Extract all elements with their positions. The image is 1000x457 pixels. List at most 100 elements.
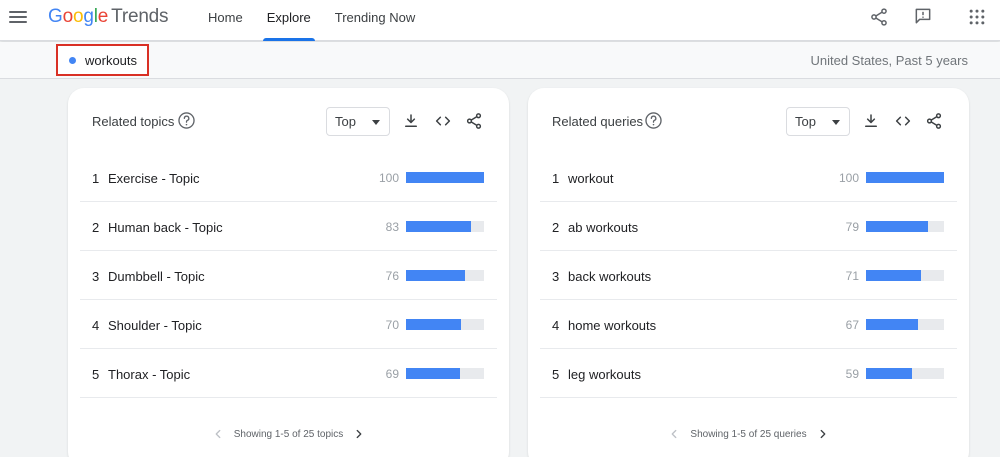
row-value: 76: [385, 269, 399, 283]
row-value: 71: [845, 269, 859, 283]
value-bar-fill: [406, 270, 466, 281]
value-bar-fill: [406, 319, 461, 330]
row-rank: 5: [92, 367, 100, 382]
related-topics-card: Related topics Top 1 Exercise - Topic 100 …: [68, 88, 509, 457]
value-bar-track: [406, 221, 484, 232]
help-icon[interactable]: [177, 111, 196, 130]
row-rank: 2: [552, 220, 560, 235]
value-bar-fill: [866, 368, 913, 379]
related-queries-card: Related queries Top 1 workout 100 2 ab work…: [528, 88, 969, 457]
list-item[interactable]: 3 Dumbbell - Topic 76: [80, 251, 497, 300]
value-bar-track: [406, 172, 484, 183]
list-item[interactable]: 1 Exercise - Topic 100: [80, 153, 497, 202]
value-bar-fill: [406, 368, 460, 379]
value-bar-track: [866, 368, 944, 379]
chevron-down-icon: [372, 120, 380, 125]
logo-letter: g: [83, 6, 94, 27]
row-rank: 3: [552, 269, 560, 284]
list-item[interactable]: 2 Human back - Topic 83: [80, 202, 497, 251]
row-value: 100: [378, 171, 399, 185]
search-term-strip: workouts United States, Past 5 years: [0, 42, 1000, 79]
list-item[interactable]: 3 back workouts 71: [540, 251, 957, 300]
nav-trending-now[interactable]: Trending Now: [323, 0, 427, 41]
row-label: back workouts: [568, 269, 652, 284]
logo-trends-text: Trends: [111, 6, 169, 27]
row-rank: 4: [92, 318, 100, 333]
main-nav: Home Explore Trending Now: [196, 0, 427, 41]
list-item[interactable]: 5 Thorax - Topic 69: [80, 349, 497, 398]
nav-explore[interactable]: Explore: [255, 0, 323, 41]
topics-pagination: Showing 1-5 of 25 topics: [68, 427, 509, 441]
logo-letter: o: [62, 6, 74, 27]
row-value: 100: [838, 171, 859, 185]
chevron-down-icon: [832, 120, 840, 125]
logo-letter: e: [97, 6, 109, 27]
row-label: ab workouts: [568, 220, 639, 235]
search-term-label: workouts: [85, 52, 138, 68]
list-item[interactable]: 4 Shoulder - Topic 70: [80, 300, 497, 349]
row-rank: 1: [92, 171, 100, 186]
row-label: leg workouts: [568, 367, 641, 382]
row-rank: 1: [552, 171, 560, 186]
term-color-dot: [69, 56, 76, 64]
chevron-left-icon[interactable]: [667, 427, 681, 441]
feedback-icon[interactable]: [913, 6, 933, 26]
pagination-label: Showing 1-5 of 25 topics: [233, 428, 344, 440]
row-value: 59: [845, 367, 859, 381]
row-rank: 2: [92, 220, 100, 235]
share-icon[interactable]: [925, 112, 943, 130]
row-rank: 4: [552, 318, 560, 333]
value-bar-fill: [866, 270, 922, 281]
related-queries-title: Related queries: [552, 114, 644, 129]
related-topics-list: 1 Exercise - Topic 100 2 Human back - Topic…: [80, 153, 497, 398]
download-icon[interactable]: [402, 112, 420, 130]
related-queries-list: 1 workout 100 2 ab workouts 79 3 back workout…: [540, 153, 957, 398]
logo-letter: o: [72, 6, 84, 27]
help-icon[interactable]: [644, 111, 663, 130]
chevron-right-icon[interactable]: [816, 427, 830, 441]
apps-grid-icon[interactable]: [967, 7, 987, 27]
logo-letter: G: [48, 6, 63, 27]
list-item[interactable]: 5 leg workouts 59: [540, 349, 957, 398]
list-item[interactable]: 4 home workouts 67: [540, 300, 957, 349]
row-label: Shoulder - Topic: [108, 318, 202, 333]
row-value: 69: [385, 367, 399, 381]
row-value: 79: [845, 220, 859, 234]
top-bar: Google Trends Home Explore Trending Now: [0, 0, 1000, 41]
value-bar-fill: [406, 172, 484, 183]
row-label: Dumbbell - Topic: [108, 269, 205, 284]
value-bar-track: [406, 319, 484, 330]
queries-filter-value: Top: [795, 114, 816, 129]
value-bar-track: [866, 221, 944, 232]
queries-pagination: Showing 1-5 of 25 queries: [528, 427, 969, 441]
queries-filter-select[interactable]: Top: [786, 107, 850, 136]
value-bar-fill: [866, 172, 944, 183]
nav-home[interactable]: Home: [196, 0, 255, 41]
value-bar-track: [866, 270, 944, 281]
topics-filter-select[interactable]: Top: [326, 107, 390, 136]
row-rank: 5: [552, 367, 560, 382]
row-value: 67: [845, 318, 859, 332]
row-value: 83: [385, 220, 399, 234]
download-icon[interactable]: [862, 112, 880, 130]
topics-filter-value: Top: [335, 114, 356, 129]
share-icon[interactable]: [465, 112, 483, 130]
value-bar-fill: [406, 221, 471, 232]
list-item[interactable]: 1 workout 100: [540, 153, 957, 202]
row-rank: 3: [92, 269, 100, 284]
pagination-label: Showing 1-5 of 25 queries: [690, 428, 807, 440]
share-icon[interactable]: [869, 7, 889, 27]
value-bar-fill: [866, 319, 919, 330]
related-topics-title: Related topics: [92, 114, 175, 129]
search-term-chip[interactable]: workouts: [56, 44, 149, 76]
row-label: home workouts: [568, 318, 657, 333]
menu-icon[interactable]: [9, 9, 27, 25]
row-label: Thorax - Topic: [108, 367, 191, 382]
chevron-right-icon[interactable]: [352, 427, 366, 441]
list-item[interactable]: 2 ab workouts 79: [540, 202, 957, 251]
google-trends-logo[interactable]: Google Trends: [48, 6, 169, 28]
chevron-left-icon[interactable]: [211, 427, 225, 441]
embed-code-icon[interactable]: [434, 112, 452, 130]
value-bar-fill: [866, 221, 928, 232]
embed-code-icon[interactable]: [894, 112, 912, 130]
